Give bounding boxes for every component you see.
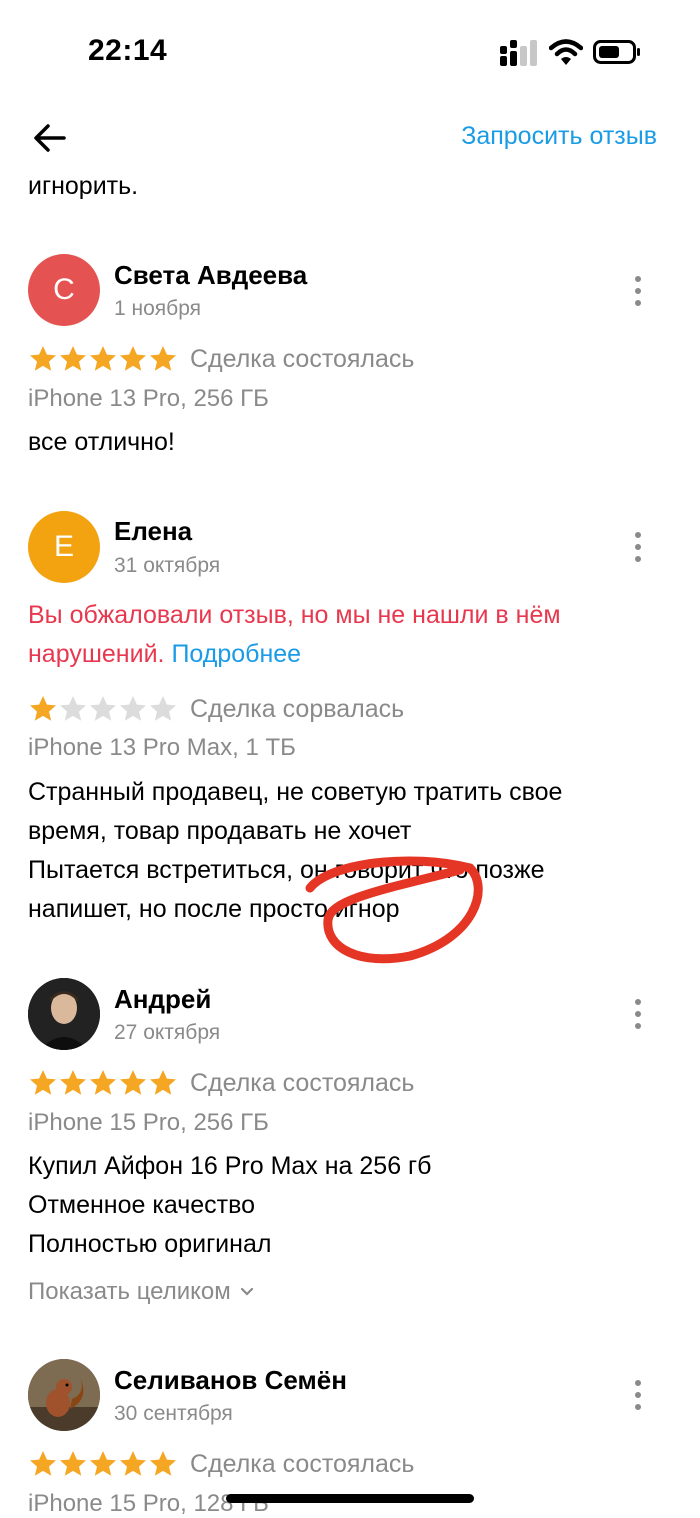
- review-item: iPhone 15 Pro, 256 ГБ: [28, 1109, 269, 1136]
- star-filled-icon: [60, 1451, 86, 1476]
- star-filled-icon: [60, 1070, 86, 1095]
- more-options-icon[interactable]: [628, 1377, 648, 1413]
- rating-row: Сделка состоялась: [28, 344, 414, 374]
- home-indicator[interactable]: [226, 1494, 474, 1503]
- deal-status: Сделка состоялась: [190, 344, 415, 373]
- review-text-line: Отменное качество: [28, 1191, 255, 1219]
- star-filled-icon: [90, 346, 116, 371]
- star-filled-icon: [30, 1070, 56, 1095]
- review-date: 27 октября: [114, 1021, 221, 1044]
- star-filled-icon: [150, 1451, 176, 1476]
- cellular-signal-icon: [500, 40, 537, 66]
- star-filled-icon: [30, 696, 56, 721]
- status-time: 22:14: [88, 34, 168, 67]
- star-rating: [28, 1449, 178, 1479]
- previous-review-tail: игнорить.: [28, 172, 139, 200]
- star-filled-icon: [120, 1451, 146, 1476]
- review-text: Купил Айфон 16 Pro Max на 256 гб Отменно…: [28, 1147, 668, 1264]
- deal-status: Сделка состоялась: [190, 1449, 415, 1478]
- avatar-photo: [28, 978, 100, 1050]
- star-rating: [28, 694, 178, 724]
- star-empty-icon: [60, 696, 86, 721]
- review-text: Странный продавец, не советую тратить св…: [28, 773, 668, 929]
- review-item: iPhone 13 Pro Max, 1 ТБ: [28, 734, 296, 761]
- star-filled-icon: [60, 346, 86, 371]
- star-filled-icon: [150, 1070, 176, 1095]
- review-text: все отлично!: [28, 428, 175, 456]
- review-author[interactable]: Света Авдеева: [114, 260, 307, 291]
- rating-row: Сделка состоялась: [28, 1068, 414, 1098]
- review-text-line: Странный продавец, не советую тратить св…: [28, 778, 563, 806]
- rating-row: Сделка сорвалась: [28, 694, 404, 724]
- review-text-line: Пытается встретиться, он говорит что поз…: [28, 856, 545, 884]
- review-author[interactable]: Елена: [114, 516, 192, 547]
- wifi-icon: [549, 39, 583, 65]
- star-filled-icon: [120, 346, 146, 371]
- more-options-icon[interactable]: [628, 529, 648, 565]
- request-review-button[interactable]: Запросить отзыв: [461, 122, 657, 151]
- more-options-icon[interactable]: [628, 273, 648, 309]
- more-options-icon[interactable]: [628, 996, 648, 1032]
- avatar[interactable]: [28, 978, 100, 1050]
- avatar-photo: [28, 1359, 100, 1431]
- star-filled-icon: [90, 1451, 116, 1476]
- star-filled-icon: [150, 346, 176, 371]
- review-item: iPhone 13 Pro, 256 ГБ: [28, 385, 269, 412]
- learn-more-link[interactable]: Подробнее: [171, 640, 301, 668]
- show-full-button[interactable]: Показать целиком: [28, 1278, 255, 1306]
- star-empty-icon: [90, 696, 116, 721]
- avatar-initial: Е: [53, 530, 74, 563]
- top-nav: Запросить отзыв: [0, 110, 700, 166]
- star-filled-icon: [120, 1070, 146, 1095]
- rating-row: Сделка состоялась: [28, 1449, 414, 1479]
- star-filled-icon: [90, 1070, 116, 1095]
- star-filled-icon: [30, 346, 56, 371]
- review-text-line: Полностью оригинал: [28, 1230, 272, 1258]
- status-bar: 22:14: [0, 0, 700, 100]
- star-filled-icon: [30, 1451, 56, 1476]
- avatar[interactable]: С: [28, 254, 100, 326]
- star-empty-icon: [150, 696, 176, 721]
- review-date: 30 сентября: [114, 1402, 233, 1425]
- back-arrow-icon[interactable]: [30, 118, 70, 158]
- star-rating: [28, 344, 178, 374]
- appeal-notice: Вы обжаловали отзыв, но мы не нашли в нё…: [28, 596, 668, 674]
- review-text-line: напишет, но после просто игнор: [28, 895, 400, 923]
- show-full-label: Показать целиком: [28, 1278, 231, 1305]
- review-text-line: время, товар продавать не хочет: [28, 817, 412, 845]
- review-date: 31 октября: [114, 554, 221, 577]
- chevron-down-icon: [240, 1287, 253, 1296]
- avatar-initial: С: [53, 273, 75, 306]
- deal-status: Сделка сорвалась: [190, 694, 405, 723]
- avatar[interactable]: Е: [28, 511, 100, 583]
- review-text-line: Купил Айфон 16 Pro Max на 256 гб: [28, 1152, 432, 1180]
- avatar[interactable]: [28, 1359, 100, 1431]
- star-rating: [28, 1068, 178, 1098]
- review-date: 1 ноября: [114, 297, 202, 320]
- star-empty-icon: [120, 696, 146, 721]
- deal-status: Сделка состоялась: [190, 1068, 415, 1097]
- review-author[interactable]: Андрей: [114, 984, 211, 1015]
- battery-icon: [593, 40, 640, 64]
- review-author[interactable]: Селиванов Семён: [114, 1365, 347, 1396]
